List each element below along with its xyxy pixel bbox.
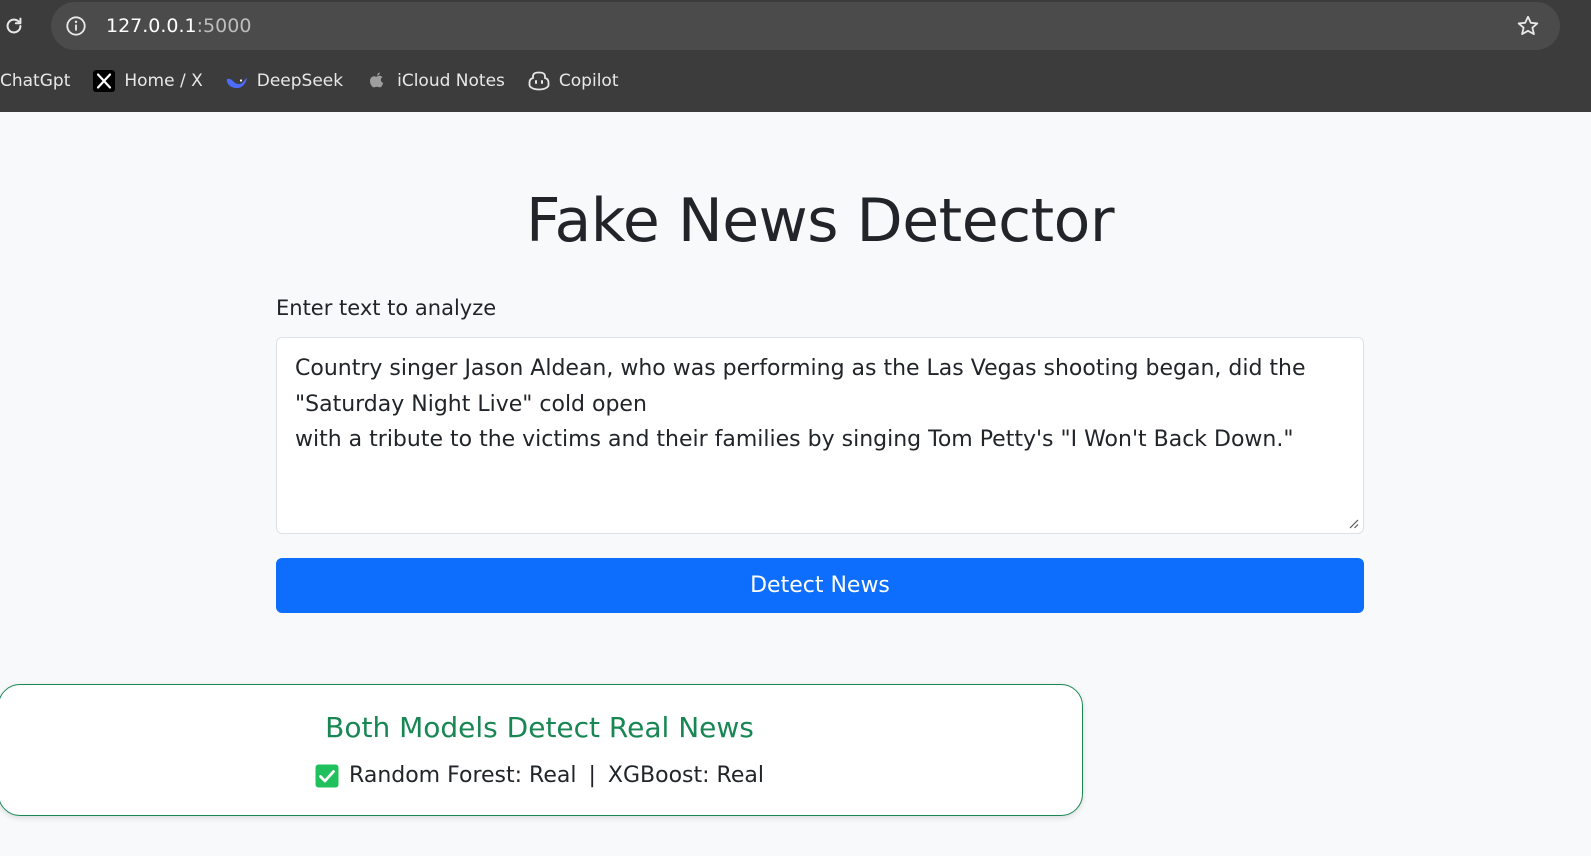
input-label: Enter text to analyze (276, 296, 497, 320)
bookmark-chatgpt[interactable]: ChatGpt (0, 71, 70, 91)
address-bar[interactable]: 127.0.0.1:5000 (51, 2, 1560, 50)
bookmark-icloud-notes[interactable]: iCloud Notes (365, 69, 505, 93)
x-logo-icon (92, 69, 116, 93)
url-port: :5000 (196, 15, 252, 37)
copilot-icon (527, 69, 551, 93)
url-host: 127.0.0.1 (106, 15, 197, 37)
bookmarks-bar: ChatGpt Home / X DeepSeek iCloud Notes C… (0, 64, 640, 98)
news-text-input[interactable]: Country singer Jason Aldean, who was per… (276, 337, 1364, 534)
green-check-icon (315, 764, 339, 787)
url-text[interactable]: 127.0.0.1:5000 (106, 15, 251, 37)
bookmark-home-x[interactable]: Home / X (92, 69, 203, 93)
reload-icon (6, 17, 22, 34)
page-title: Fake News Detector (525, 186, 1115, 256)
random-forest-result: Random Forest: Real (349, 763, 577, 788)
apple-icon (365, 69, 389, 93)
result-detail: Random Forest: Real | XGBoost: Real (0, 763, 1080, 788)
bookmark-deepseek[interactable]: DeepSeek (225, 69, 343, 93)
resize-handle-icon[interactable] (1347, 517, 1359, 529)
detect-news-button[interactable]: Detect News (276, 558, 1364, 613)
bookmark-label: Copilot (558, 71, 619, 91)
bookmark-label: iCloud Notes (397, 71, 505, 91)
bookmark-label: Home / X (124, 71, 203, 91)
xgboost-result: XGBoost: Real (607, 763, 764, 788)
bookmark-label: DeepSeek (256, 71, 344, 91)
result-card: Both Models Detect Real News Random Fore… (0, 684, 1083, 816)
result-separator: | (588, 763, 596, 788)
result-title: Both Models Detect Real News (325, 711, 754, 744)
site-info-icon[interactable] (65, 15, 87, 37)
bookmark-copilot[interactable]: Copilot (527, 69, 619, 93)
bookmark-star-icon[interactable] (1516, 14, 1540, 38)
reload-button[interactable] (0, 12, 28, 40)
deepseek-whale-icon (225, 69, 249, 93)
news-text-value: Country singer Jason Aldean, who was per… (295, 356, 1306, 452)
bookmark-label: ChatGpt (0, 71, 71, 91)
browser-chrome: 127.0.0.1:5000 ChatGpt Home / X DeepSeek… (0, 0, 1591, 112)
